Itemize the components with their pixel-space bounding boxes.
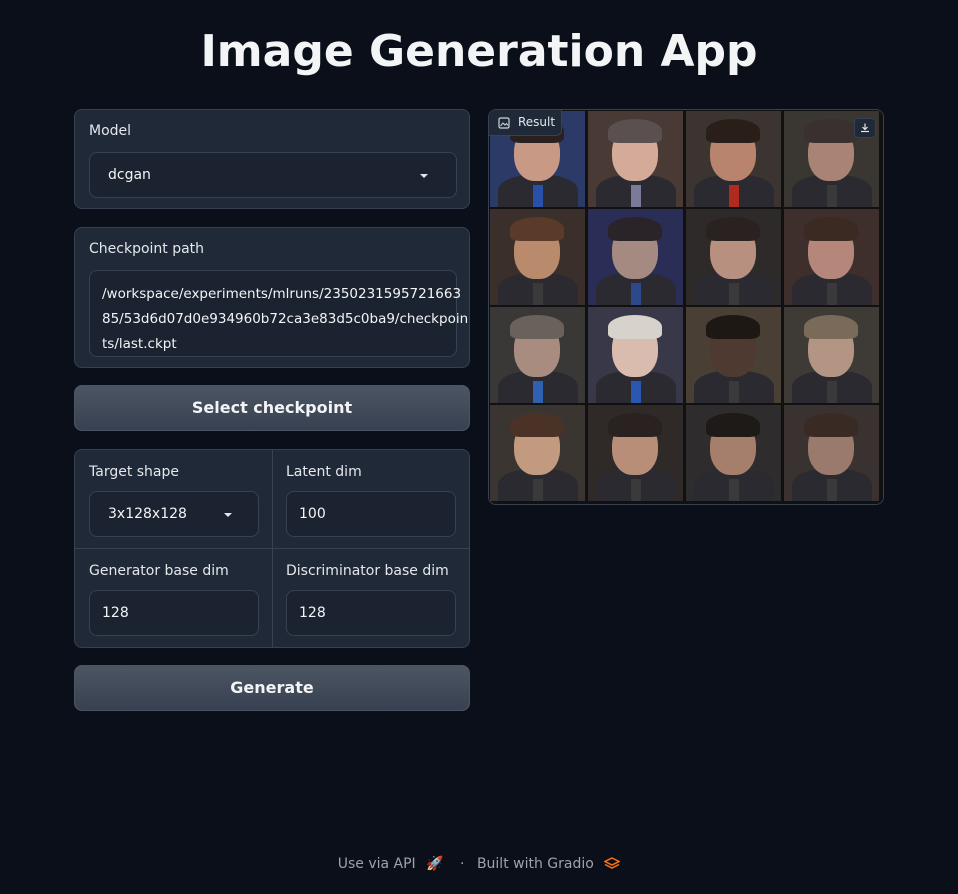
face-hair <box>608 217 662 241</box>
grid-divider-horizontal <box>75 548 469 549</box>
face-tie <box>631 283 641 305</box>
generator-base-dim-input[interactable]: 128 <box>89 590 259 636</box>
face-tie <box>533 185 543 207</box>
generated-face-tile <box>784 209 879 305</box>
face-tie <box>533 283 543 305</box>
face-tie <box>729 479 739 501</box>
latent-dim-label: Latent dim <box>286 464 362 480</box>
generated-face-tile <box>784 405 879 501</box>
face-tie <box>729 185 739 207</box>
face-hair <box>804 119 858 143</box>
result-label: Result <box>518 115 556 129</box>
page-title: Image Generation App <box>200 26 758 77</box>
generated-face-tile <box>686 405 781 501</box>
footer-separator: · <box>460 856 465 872</box>
face-hair <box>804 315 858 339</box>
model-value: dcgan <box>108 167 151 183</box>
generated-face-tile <box>588 209 683 305</box>
face-tie <box>631 479 641 501</box>
generator-base-dim-value: 128 <box>102 605 129 621</box>
face-hair <box>608 413 662 437</box>
checkpoint-path-line: 85/53d6d07d0e934960b72ca3e83d5c0ba9/chec… <box>102 311 469 327</box>
select-checkpoint-button[interactable]: Select checkpoint <box>74 385 470 431</box>
generated-face-tile <box>784 307 879 403</box>
gradio-logo-icon <box>603 857 621 869</box>
face-tie <box>729 283 739 305</box>
checkpoint-path-input[interactable]: /workspace/experiments/mlruns/2350231595… <box>89 270 469 357</box>
image-icon <box>498 117 510 129</box>
face-hair <box>608 315 662 339</box>
chevron-down-icon <box>224 513 232 517</box>
parameters-panel: Target shape 3x128x128 Latent dim 100 Ge… <box>74 449 470 648</box>
discriminator-base-dim-input[interactable]: 128 <box>286 590 456 636</box>
generated-face-tile <box>686 111 781 207</box>
download-icon <box>861 123 869 133</box>
face-hair <box>706 119 760 143</box>
latent-dim-input[interactable]: 100 <box>286 491 456 537</box>
face-tie <box>827 381 837 403</box>
chevron-down-icon <box>420 174 428 178</box>
face-hair <box>510 217 564 241</box>
checkpoint-label: Checkpoint path <box>89 241 205 257</box>
latent-dim-value: 100 <box>299 506 326 522</box>
generate-button[interactable]: Generate <box>74 665 470 711</box>
face-tie <box>533 479 543 501</box>
checkpoint-panel: Checkpoint path /workspace/experiments/m… <box>74 227 470 368</box>
checkpoint-path-line: ts/last.ckpt <box>102 336 177 352</box>
target-shape-dropdown[interactable]: 3x128x128 <box>89 491 259 537</box>
generated-face-tile <box>490 209 585 305</box>
built-with-gradio-link[interactable]: Built with Gradio <box>477 856 594 872</box>
model-label: Model <box>89 123 132 139</box>
face-tie <box>533 381 543 403</box>
target-shape-label: Target shape <box>89 464 180 480</box>
use-via-api-link[interactable]: Use via API <box>338 856 416 872</box>
face-tie <box>827 479 837 501</box>
result-image-panel: Result <box>488 109 884 505</box>
face-hair <box>706 217 760 241</box>
generated-face-tile <box>686 209 781 305</box>
rocket-icon: 🚀 <box>426 856 444 872</box>
generated-face-tile <box>588 307 683 403</box>
footer: Use via API 🚀 · Built with Gradio <box>0 856 958 872</box>
face-hair <box>804 217 858 241</box>
generator-base-dim-label: Generator base dim <box>89 563 229 579</box>
result-badge: Result <box>489 110 562 136</box>
face-tie <box>827 185 837 207</box>
generated-face-tile <box>490 307 585 403</box>
generated-face-tile <box>588 111 683 207</box>
generated-face-tile <box>588 405 683 501</box>
face-hair <box>510 413 564 437</box>
face-tie <box>729 381 739 403</box>
face-hair <box>804 413 858 437</box>
model-dropdown[interactable]: dcgan <box>89 152 457 198</box>
generated-image-grid <box>489 110 883 504</box>
discriminator-base-dim-value: 128 <box>299 605 326 621</box>
face-tie <box>827 283 837 305</box>
face-tie <box>631 381 641 403</box>
discriminator-base-dim-label: Discriminator base dim <box>286 563 449 579</box>
target-shape-value: 3x128x128 <box>108 506 187 522</box>
face-tie <box>631 185 641 207</box>
generated-face-tile <box>490 405 585 501</box>
face-hair <box>706 413 760 437</box>
download-button[interactable] <box>854 118 876 138</box>
face-hair <box>608 119 662 143</box>
face-hair <box>510 315 564 339</box>
generated-face-tile <box>686 307 781 403</box>
model-panel: Model dcgan <box>74 109 470 209</box>
face-hair <box>706 315 760 339</box>
checkpoint-path-line: /workspace/experiments/mlruns/2350231595… <box>102 286 462 302</box>
